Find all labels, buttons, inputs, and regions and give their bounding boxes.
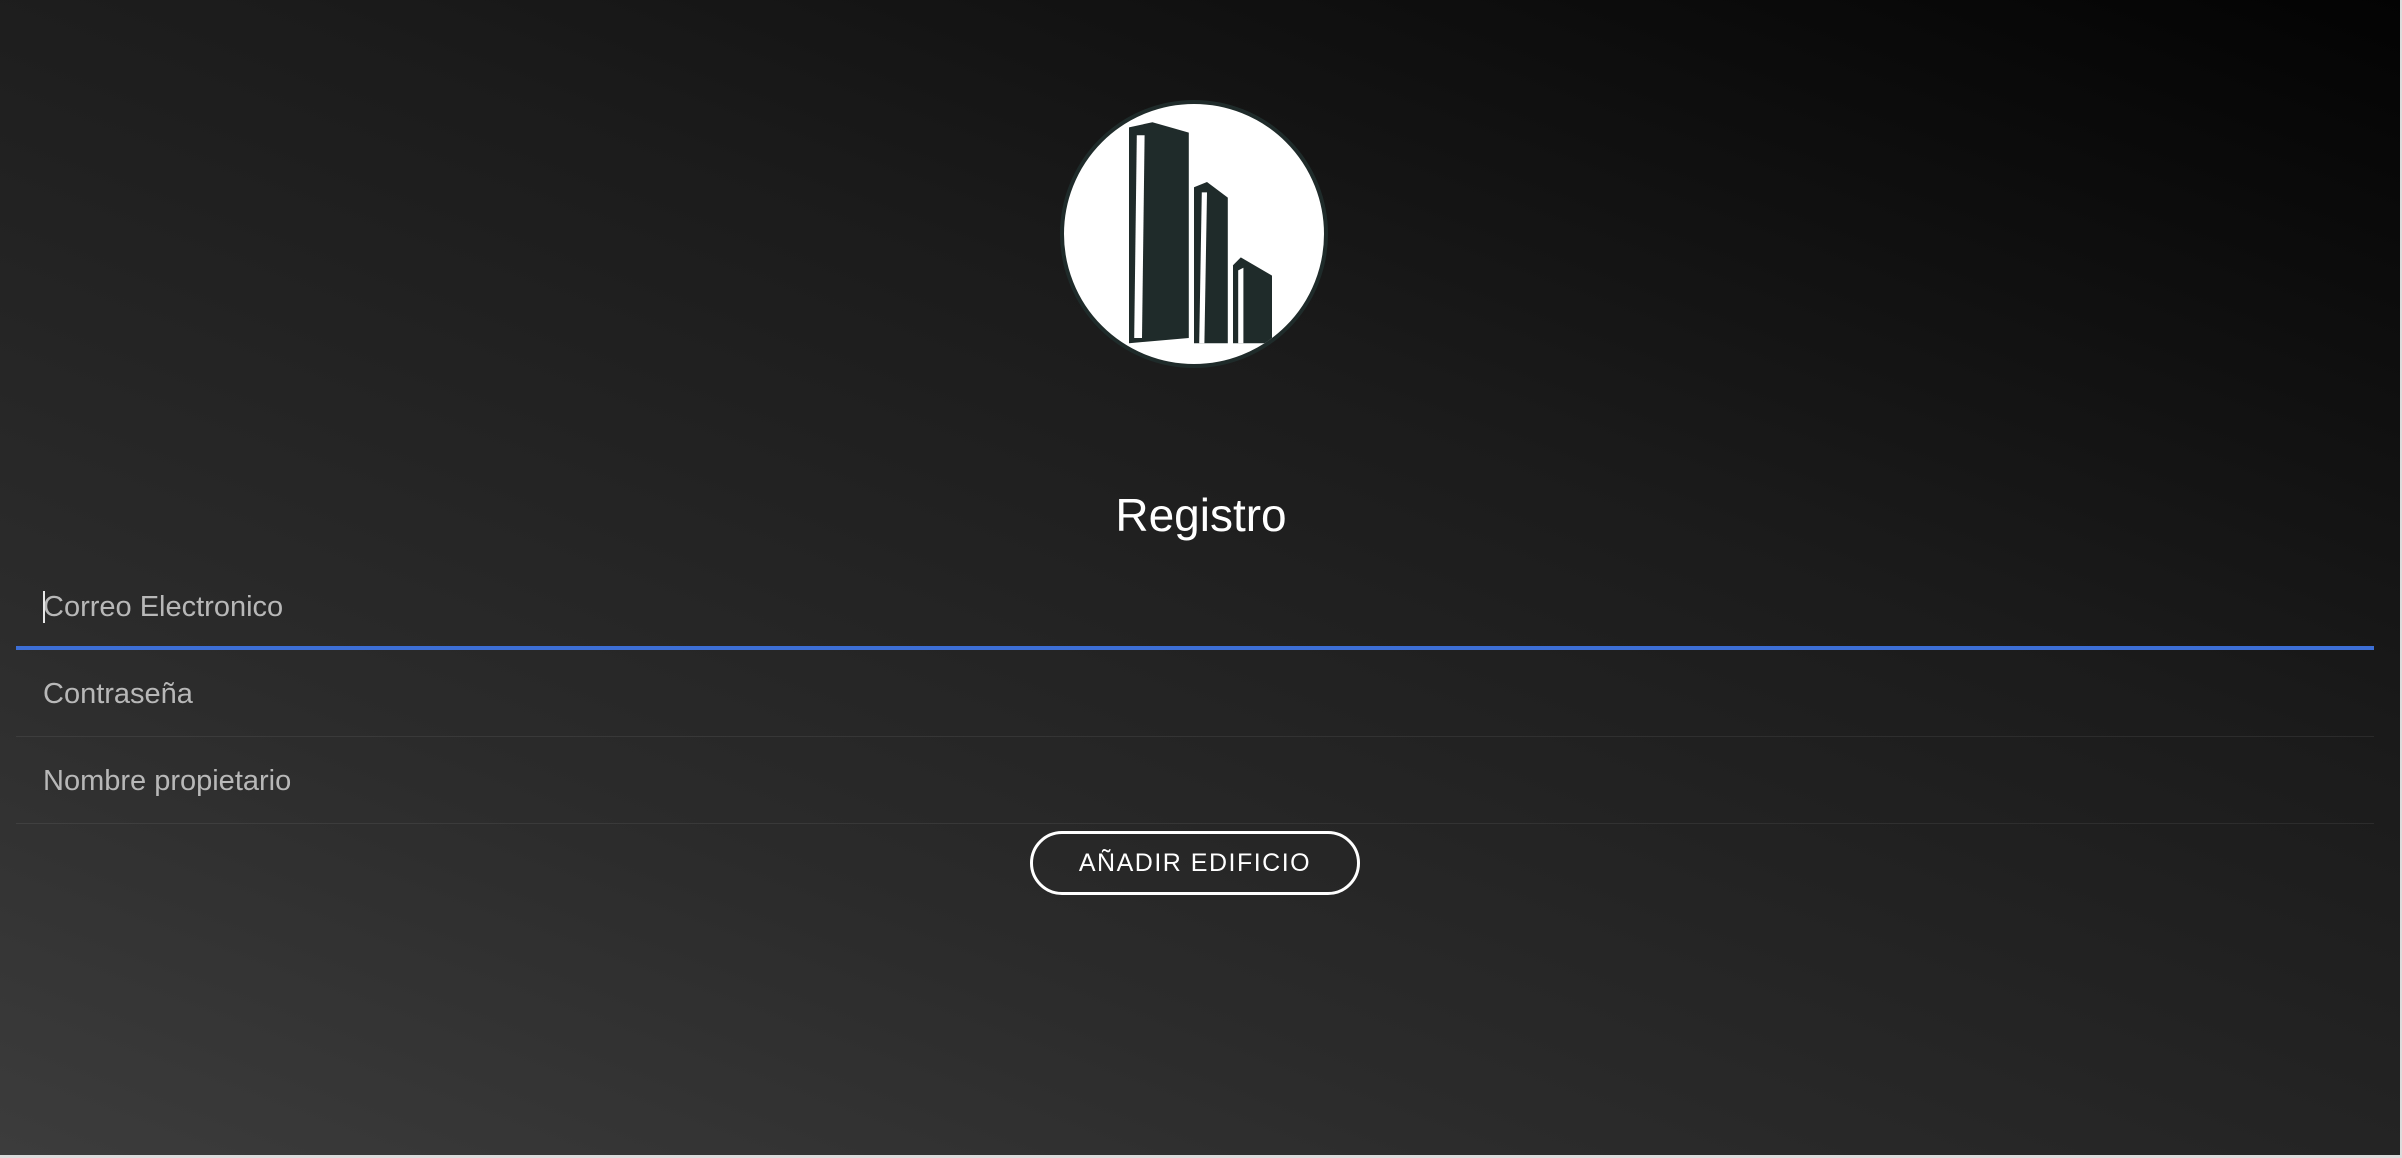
password-field-underline [16,736,2374,737]
password-field[interactable] [16,651,2374,737]
owner-name-field-container [16,738,2374,824]
add-building-button[interactable]: AÑADIR EDIFICIO [1030,831,1360,895]
email-field-container [16,564,2374,650]
building-logo-icon [1060,100,1328,368]
owner-name-field-underline [16,823,2374,824]
email-field-underline [16,646,2374,650]
registration-screen: Registro AÑADIR EDIFICIO [0,0,2402,1155]
page-title: Registro [1115,489,1287,541]
owner-name-field[interactable] [16,738,2374,824]
email-field[interactable] [16,564,2374,650]
password-field-container [16,651,2374,737]
text-cursor [43,591,45,623]
